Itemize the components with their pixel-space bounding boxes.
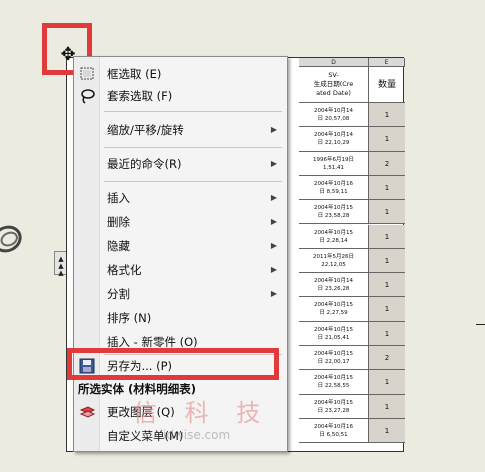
table-cell-created-date[interactable]: 2004年10月15 日 23,58,28 [299,200,369,225]
crosshair-marker [476,324,485,325]
menu-item-label: 套索选取 (F) [107,89,173,103]
table-cell-created-date[interactable]: 2004年10月14 日 23,26,28 [299,273,369,298]
table-cell-quantity[interactable]: 2 [369,346,405,371]
menu-item-zoom-pan-rotate[interactable]: 缩放/平移/旋转 ▶ [74,119,287,141]
menu-separator [104,147,282,148]
table-cell-quantity[interactable]: 1 [369,370,405,395]
table-cell-created-date[interactable]: 2004年10月16 日 6,50,51 [299,418,369,444]
submenu-arrow-icon: ▶ [270,265,277,274]
table-cell-quantity[interactable]: 1 [369,127,405,152]
submenu-arrow-icon: ▶ [270,125,277,134]
menu-item-recent-commands[interactable]: 最近的命令(R) ▶ [74,153,287,175]
table-cell-quantity[interactable]: 1 [369,273,405,298]
table-cell-created-date[interactable]: 2004年10月14 日 20,57,08 [299,103,369,128]
table-cell-created-date[interactable]: 2004年10月15 日 2,28,14 [299,224,369,249]
lasso-select-icon [81,89,95,104]
column-header-d[interactable]: D [299,58,369,67]
table-cell-created-date[interactable]: 2004年10月15 日 21,05,41 [299,321,369,346]
menu-item-label: 隐藏 [107,239,130,253]
menu-item-hide[interactable]: 隐藏 ▶ [74,235,287,257]
table-cell-created-date[interactable]: 2011年5月26日 22,12,05 [299,248,369,274]
submenu-arrow-icon: ▶ [270,193,277,202]
header-quantity: 数量 [369,67,405,103]
menu-item-label: 最近的命令(R) [107,157,182,171]
header-created-date: SV- 生成日期(Cre ated Date) [299,67,369,103]
table-cell-quantity[interactable]: 1 [369,297,405,322]
table-cell-quantity[interactable]: 1 [369,418,405,444]
table-cell-created-date[interactable]: 2004年10月15 日 22,00,17 [299,346,369,371]
submenu-arrow-icon: ▶ [270,159,277,168]
table-cell-quantity[interactable]: 1 [369,103,405,128]
table-cell-created-date[interactable]: 2004年10月15 日 2,27,59 [299,297,369,322]
save-as-highlight [67,348,279,380]
menu-item-delete[interactable]: 删除 ▶ [74,211,287,233]
menu-separator [104,111,282,112]
menu-item-label: 排序 (N) [107,311,152,325]
watermark-url: idwise.com [163,428,231,442]
menu-item-label: 缩放/平移/旋转 [107,123,184,137]
table-cell-created-date[interactable]: 2004年10月15 日 23,27,28 [299,394,369,419]
table-cell-created-date[interactable]: 2004年10月16 日 8,59,11 [299,175,369,201]
menu-item-label: 删除 [107,215,130,229]
table-cell-quantity[interactable]: 1 [369,175,405,201]
box-select-icon [80,67,94,80]
submenu-arrow-icon: ▶ [270,217,277,226]
menu-item-box-select[interactable]: 框选取 (E) [74,63,287,85]
watermark-text: 信 科 技 [133,399,271,427]
table-cell-quantity[interactable]: 1 [369,394,405,419]
ring-part-graphic [0,220,27,258]
menu-item-label: 格式化 [107,263,142,277]
table-cell-created-date[interactable]: 1996年6月19日 1,51,41 [299,151,369,176]
menu-item-split[interactable]: 分割 ▶ [74,283,287,305]
submenu-arrow-icon: ▶ [270,241,277,250]
table-cell-quantity[interactable]: 2 [369,151,405,176]
menu-item-label: 插入 - 新零件 (O) [107,335,198,349]
table-cell-created-date[interactable]: 2004年10月14 日 22,10,29 [299,127,369,152]
column-header-e[interactable]: E [369,58,405,67]
menu-item-label: 框选取 (E) [107,67,162,81]
table-cell-quantity[interactable]: 1 [369,248,405,274]
table-cell-quantity[interactable]: 1 [369,200,405,225]
menu-item-label: 分割 [107,287,130,301]
change-layer-icon [79,406,96,418]
table-cell-quantity[interactable]: 1 [369,224,405,249]
menu-item-sort[interactable]: 排序 (N) [74,307,287,329]
submenu-arrow-icon: ▶ [270,289,277,298]
menu-item-format[interactable]: 格式化 ▶ [74,259,287,281]
menu-separator [104,181,282,182]
menu-item-lasso-select[interactable]: 套索选取 (F) [74,85,287,107]
menu-item-insert[interactable]: 插入 ▶ [74,187,287,209]
menu-item-label: 插入 [107,191,130,205]
table-cell-created-date[interactable]: 2004年10月15 日 22,58,55 [299,370,369,395]
table-cell-quantity[interactable]: 1 [369,321,405,346]
